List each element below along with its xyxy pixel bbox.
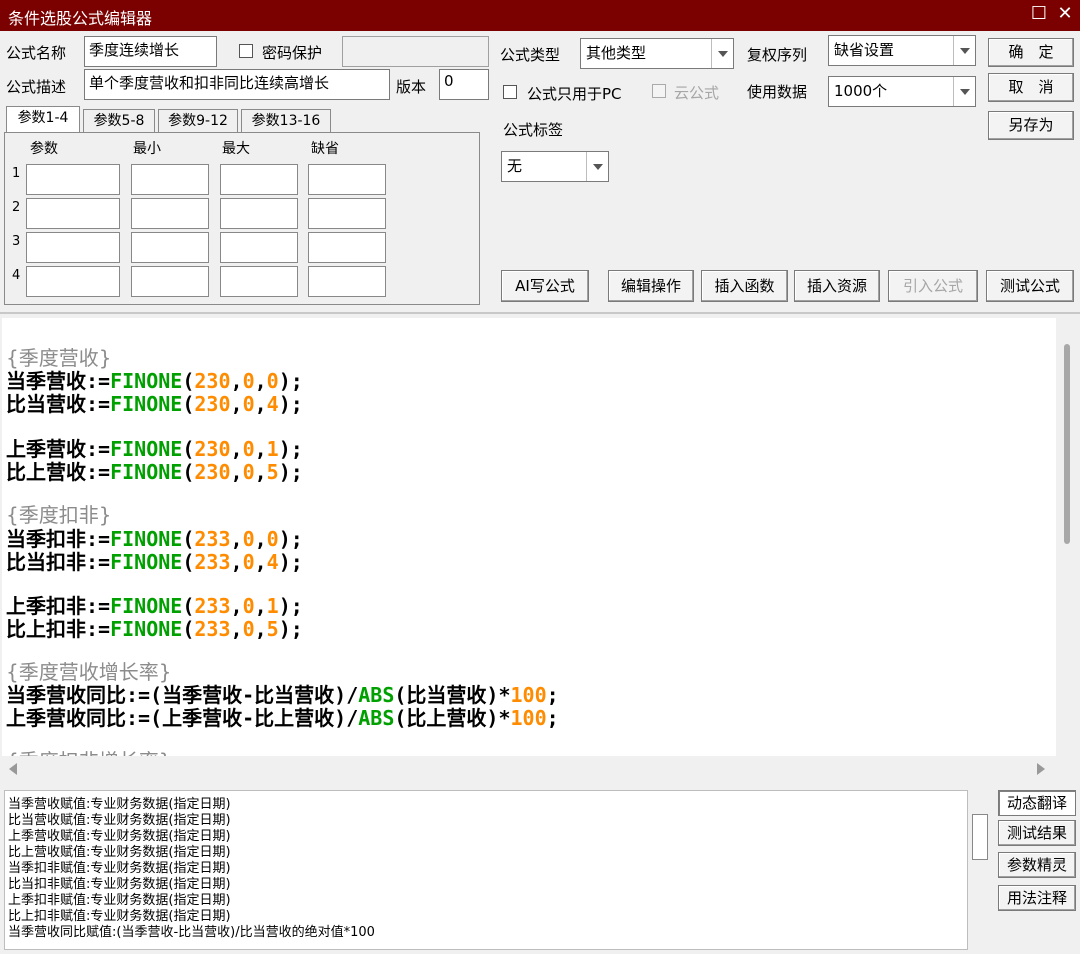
password-input[interactable] — [342, 36, 489, 67]
fq-label: 复权序列 — [747, 46, 808, 64]
output-scrollbar[interactable] — [970, 790, 992, 950]
param-name-input[interactable] — [26, 198, 120, 229]
title-bar: 条件选股公式编辑器 ☐ ✕ — [0, 0, 1080, 31]
code-comment: {季度扣非增长率} — [6, 745, 171, 756]
close-icon[interactable]: ✕ — [1054, 3, 1076, 25]
test-result-button[interactable]: 测试结果 — [998, 820, 1076, 846]
code-line: 比上扣非:=FINONE(233,0,5); — [6, 617, 303, 641]
formula-type-label: 公式类型 — [500, 46, 561, 64]
tab-params-1-4[interactable]: 参数1-4 — [6, 106, 80, 132]
param-name-input[interactable] — [26, 232, 120, 263]
param-name-input[interactable] — [26, 164, 120, 195]
code-line: 比上营收:=FINONE(230,0,5); — [6, 460, 303, 484]
code-editor[interactable]: {季度营收} 当季营收:=FINONE(230,0,0); 比当营收:=FINO… — [2, 318, 1056, 756]
formula-tag-value: 无 — [507, 157, 523, 175]
param-header-default: 缺省 — [311, 141, 339, 157]
edit-operation-button[interactable]: 编辑操作 — [608, 270, 694, 302]
save-as-button[interactable]: 另存为 — [988, 111, 1074, 140]
import-formula-button[interactable]: 引入公式 — [888, 270, 978, 302]
divider — [0, 312, 1080, 314]
param-min-input[interactable] — [131, 198, 209, 229]
pc-only-checkbox[interactable] — [503, 85, 517, 99]
test-formula-button[interactable]: 测试公式 — [986, 270, 1074, 302]
insert-resource-button[interactable]: 插入资源 — [794, 270, 880, 302]
cloud-label: 云公式 — [674, 84, 720, 102]
param-row-number: 3 — [12, 234, 21, 249]
usage-notes-button[interactable]: 用法注释 — [998, 885, 1076, 911]
data-count-label: 使用数据 — [747, 83, 808, 101]
chevron-down-icon[interactable] — [586, 152, 608, 181]
output-line: 当季营收同比赋值:(当季营收-比当营收)/比当营收的绝对值*100 — [8, 925, 375, 940]
version-input[interactable]: 0 — [439, 69, 489, 100]
ok-button[interactable]: 确 定 — [988, 38, 1074, 67]
param-row-number: 2 — [12, 200, 21, 215]
dynamic-translate-button[interactable]: 动态翻译 — [998, 790, 1076, 816]
window-title: 条件选股公式编辑器 — [8, 9, 153, 28]
formula-type-select[interactable]: 其他类型 — [580, 38, 734, 69]
chevron-down-icon[interactable] — [953, 36, 975, 65]
tab-params-5-8[interactable]: 参数5-8 — [83, 109, 155, 132]
editor-vertical-scrollbar[interactable] — [1056, 318, 1078, 756]
param-header-name: 参数 — [30, 141, 58, 157]
scroll-thumb[interactable] — [1064, 344, 1070, 544]
data-count-select[interactable]: 1000个 — [828, 76, 976, 107]
param-default-input[interactable] — [308, 164, 386, 195]
cancel-button[interactable]: 取 消 — [988, 73, 1074, 102]
password-checkbox[interactable] — [239, 44, 253, 58]
param-max-input[interactable] — [220, 164, 298, 195]
password-label: 密码保护 — [262, 44, 323, 62]
code-line: 上季营收同比:=(上季营收-比上营收)/ABS(比上营收)*100; — [6, 706, 559, 730]
param-min-input[interactable] — [131, 266, 209, 297]
param-min-input[interactable] — [131, 232, 209, 263]
scroll-thumb[interactable] — [972, 814, 988, 860]
formula-desc-label: 公式描述 — [6, 78, 67, 96]
param-default-input[interactable] — [308, 232, 386, 263]
fq-value: 缺省设置 — [834, 41, 895, 59]
param-header-min: 最小 — [133, 141, 161, 157]
param-default-input[interactable] — [308, 266, 386, 297]
param-max-input[interactable] — [220, 198, 298, 229]
param-row-number: 4 — [12, 268, 21, 283]
formula-tag-select[interactable]: 无 — [501, 151, 609, 182]
insert-function-button[interactable]: 插入函数 — [701, 270, 788, 302]
code-line: 比当营收:=FINONE(230,0,4); — [6, 392, 303, 416]
pc-only-label: 公式只用于PC — [527, 85, 622, 103]
code-line: 比当扣非:=FINONE(233,0,4); — [6, 550, 303, 574]
version-label: 版本 — [396, 78, 427, 96]
formula-tag-label: 公式标签 — [503, 121, 564, 139]
data-count-value: 1000个 — [834, 82, 888, 100]
param-row-number: 1 — [12, 166, 21, 181]
param-default-input[interactable] — [308, 198, 386, 229]
chevron-down-icon[interactable] — [711, 39, 733, 68]
chevron-down-icon[interactable] — [953, 77, 975, 106]
editor-horizontal-scrollbar[interactable] — [2, 756, 1056, 782]
translation-output[interactable]: 当季营收赋值:专业财务数据(指定日期) 比当营收赋值:专业财务数据(指定日期) … — [4, 790, 968, 950]
param-header-max: 最大 — [222, 141, 250, 157]
ai-write-formula-button[interactable]: AI写公式 — [501, 270, 589, 302]
cloud-checkbox[interactable] — [652, 84, 666, 98]
param-max-input[interactable] — [220, 232, 298, 263]
param-wizard-button[interactable]: 参数精灵 — [998, 852, 1076, 878]
param-name-input[interactable] — [26, 266, 120, 297]
tab-params-13-16[interactable]: 参数13-16 — [241, 109, 331, 132]
formula-desc-input[interactable]: 单个季度营收和扣非同比连续高增长 — [84, 69, 390, 100]
fq-select[interactable]: 缺省设置 — [828, 35, 976, 66]
param-min-input[interactable] — [131, 164, 209, 195]
tab-params-9-12[interactable]: 参数9-12 — [158, 109, 238, 132]
maximize-icon[interactable]: ☐ — [1028, 3, 1050, 25]
scroll-right-icon[interactable] — [1036, 763, 1046, 775]
param-max-input[interactable] — [220, 266, 298, 297]
formula-name-input[interactable]: 季度连续增长 — [84, 36, 217, 67]
scroll-left-icon[interactable] — [8, 763, 18, 775]
formula-name-label: 公式名称 — [6, 44, 67, 62]
formula-type-value: 其他类型 — [586, 44, 647, 62]
